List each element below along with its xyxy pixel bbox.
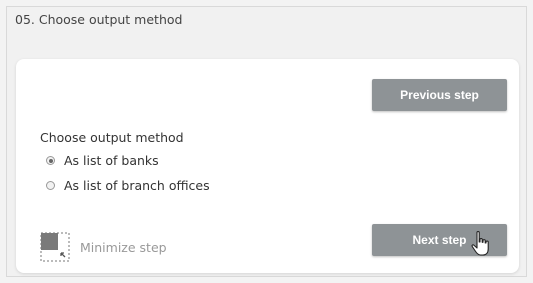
radio-button-banks[interactable] — [46, 156, 55, 165]
step-title: 05. Choose output method — [15, 12, 183, 27]
radio-label-branch-offices: As list of branch offices — [64, 178, 210, 193]
radio-label-banks: As list of banks — [64, 153, 159, 168]
radio-button-branch-offices[interactable] — [46, 181, 55, 190]
radio-option-banks[interactable]: As list of banks — [46, 153, 159, 168]
step-card: Previous step Choose output method As li… — [16, 59, 519, 273]
radio-option-branch-offices[interactable]: As list of branch offices — [46, 178, 210, 193]
hand-cursor-icon — [471, 231, 489, 256]
minimize-step-label: Minimize step — [80, 239, 167, 255]
minimize-icon[interactable] — [40, 232, 70, 262]
output-method-label: Choose output method — [40, 130, 184, 145]
step-panel: 05. Choose output method Previous step C… — [6, 6, 527, 277]
minimize-step-control[interactable]: Minimize step — [40, 232, 167, 262]
previous-step-button[interactable]: Previous step — [372, 79, 507, 111]
